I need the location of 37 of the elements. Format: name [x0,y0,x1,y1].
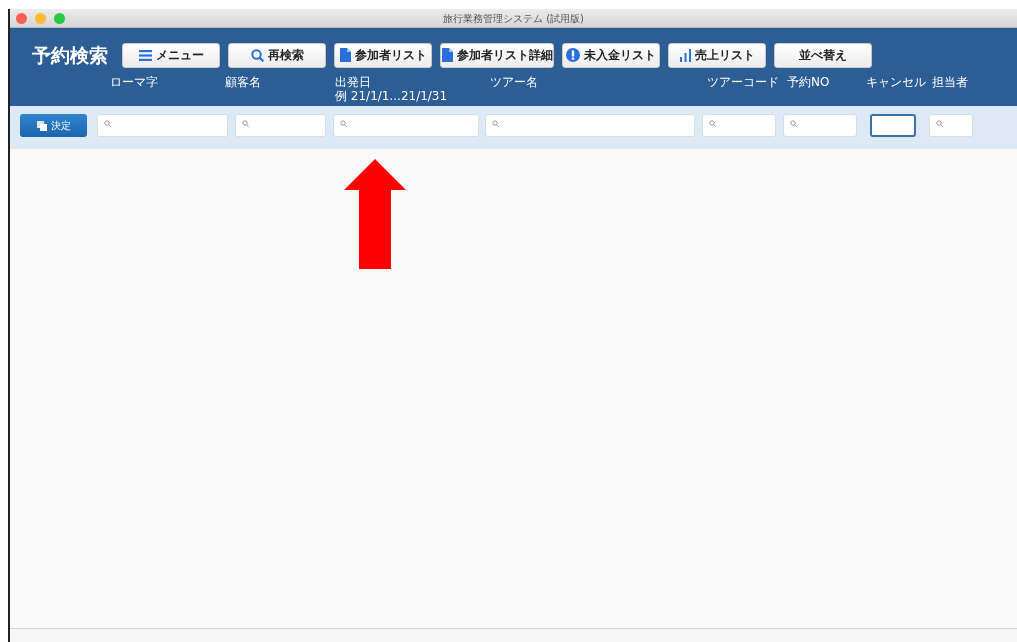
search-icon [242,120,249,127]
toolbar-button[interactable]: 再検索 [228,42,326,68]
search-icon [340,120,347,127]
alert-icon [566,48,580,63]
page-title: 予約検索 [32,43,108,68]
toolbar-button[interactable]: 未入金リスト [562,42,660,68]
search-icon [104,120,111,127]
document-icon [339,48,351,63]
toolbar-button[interactable]: 売上リスト [668,42,766,68]
search-icon [790,120,797,127]
toolbar-button[interactable]: 参加者リスト詳細 [440,42,554,68]
toolbar-button[interactable]: 並べ替え [774,42,872,68]
column-label: 出発日 [335,74,372,89]
column-label: ローマ字 [110,74,158,89]
column-label: ツアー名 [490,74,538,89]
search-field[interactable] [870,114,916,137]
bar-chart-icon [679,48,691,62]
search-icon [492,120,499,127]
date-hint: 例 21/1/1...21/1/31 [335,88,448,103]
window-title: 旅行業務管理システム (試用版) [443,11,584,26]
column-label: キャンセル [866,74,926,89]
close-button[interactable] [16,13,27,24]
toolbar-button[interactable]: メニュー [122,42,220,68]
search-icon [709,120,716,127]
search-icon [936,120,943,127]
search-icon [250,48,264,62]
column-label: 担当者 [932,74,968,89]
document-icon [441,48,453,63]
column-label: ツアーコード [707,74,779,89]
toolbar-button[interactable]: 参加者リスト [334,42,432,68]
menu-icon [138,49,152,61]
copy-icon [36,120,47,131]
confirm-button[interactable]: 決定 [20,114,87,137]
minimize-button[interactable] [35,13,46,24]
column-label: 顧客名 [225,74,261,89]
zoom-button[interactable] [54,13,65,24]
column-label: 予約NO [787,74,830,89]
